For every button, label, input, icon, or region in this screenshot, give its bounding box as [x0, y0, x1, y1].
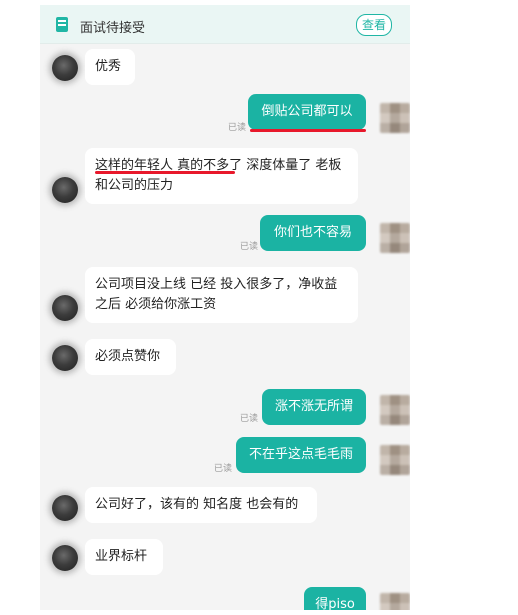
read-status: 已读: [228, 123, 247, 133]
message-text: 涨不涨无所谓: [274, 399, 353, 414]
message-bubble-right[interactable]: 你们也不容易: [260, 215, 366, 251]
message-text: 倒贴公司都可以: [261, 104, 353, 119]
message-text-line: 公司项目没上线 已经 投入很多了，净收益: [95, 277, 338, 292]
interview-status-bar: 面试待接受 查看: [40, 5, 410, 44]
message-text: 必须点赞你: [95, 349, 161, 364]
message-bubble-right[interactable]: 倒贴公司都可以: [248, 94, 366, 130]
contact-avatar[interactable]: [52, 55, 78, 81]
my-avatar[interactable]: [380, 593, 410, 610]
contact-avatar[interactable]: [52, 295, 78, 321]
contact-avatar[interactable]: [52, 177, 78, 203]
message-text: 优秀: [95, 59, 122, 74]
my-avatar[interactable]: [380, 445, 410, 475]
contact-avatar[interactable]: [52, 345, 78, 371]
my-avatar[interactable]: [380, 103, 410, 133]
chat-window: 面试待接受 查看 优秀 倒贴公司都可以 已读 这样的年轻人 真的不多了 深度体量…: [40, 5, 410, 610]
message-text-line: 之后 必须给你涨工资: [95, 297, 217, 312]
message-bubble-left[interactable]: 业界标杆: [85, 539, 163, 575]
red-underline: [250, 129, 366, 132]
message-bubble-left[interactable]: 优秀: [85, 49, 135, 85]
view-button[interactable]: 查看: [356, 14, 392, 36]
read-status: 已读: [240, 242, 259, 252]
read-status: 已读: [240, 414, 259, 424]
message-bubble-right[interactable]: 得piso: [304, 587, 366, 610]
message-text: 公司好了，该有的 知名度 也会有的: [95, 497, 299, 512]
contact-avatar[interactable]: [52, 495, 78, 521]
contact-avatar[interactable]: [52, 545, 78, 571]
message-text: 业界标杆: [95, 549, 148, 564]
message-bubble-right[interactable]: 不在乎这点毛毛雨: [236, 437, 366, 473]
message-text: 你们也不容易: [273, 225, 352, 240]
message-text: 得piso: [315, 597, 355, 610]
message-text: 不在乎这点毛毛雨: [248, 447, 353, 462]
read-status: 已读: [214, 464, 233, 474]
my-avatar[interactable]: [380, 223, 410, 253]
message-bubble-left[interactable]: 公司好了，该有的 知名度 也会有的: [85, 487, 317, 523]
message-bubble-left[interactable]: 公司项目没上线 已经 投入很多了，净收益 之后 必须给你涨工资: [85, 267, 358, 323]
message-bubble-left[interactable]: 必须点赞你: [85, 339, 176, 375]
message-bubble-left[interactable]: 这样的年轻人 真的不多了 深度体量了 老板 和公司的压力: [85, 148, 358, 204]
document-icon: [56, 17, 68, 32]
message-bubble-right[interactable]: 涨不涨无所谓: [262, 389, 366, 425]
red-underline: [95, 171, 235, 174]
interview-status-title: 面试待接受: [80, 21, 146, 36]
message-text-line: 和公司的压力: [95, 178, 174, 193]
my-avatar[interactable]: [380, 395, 410, 425]
